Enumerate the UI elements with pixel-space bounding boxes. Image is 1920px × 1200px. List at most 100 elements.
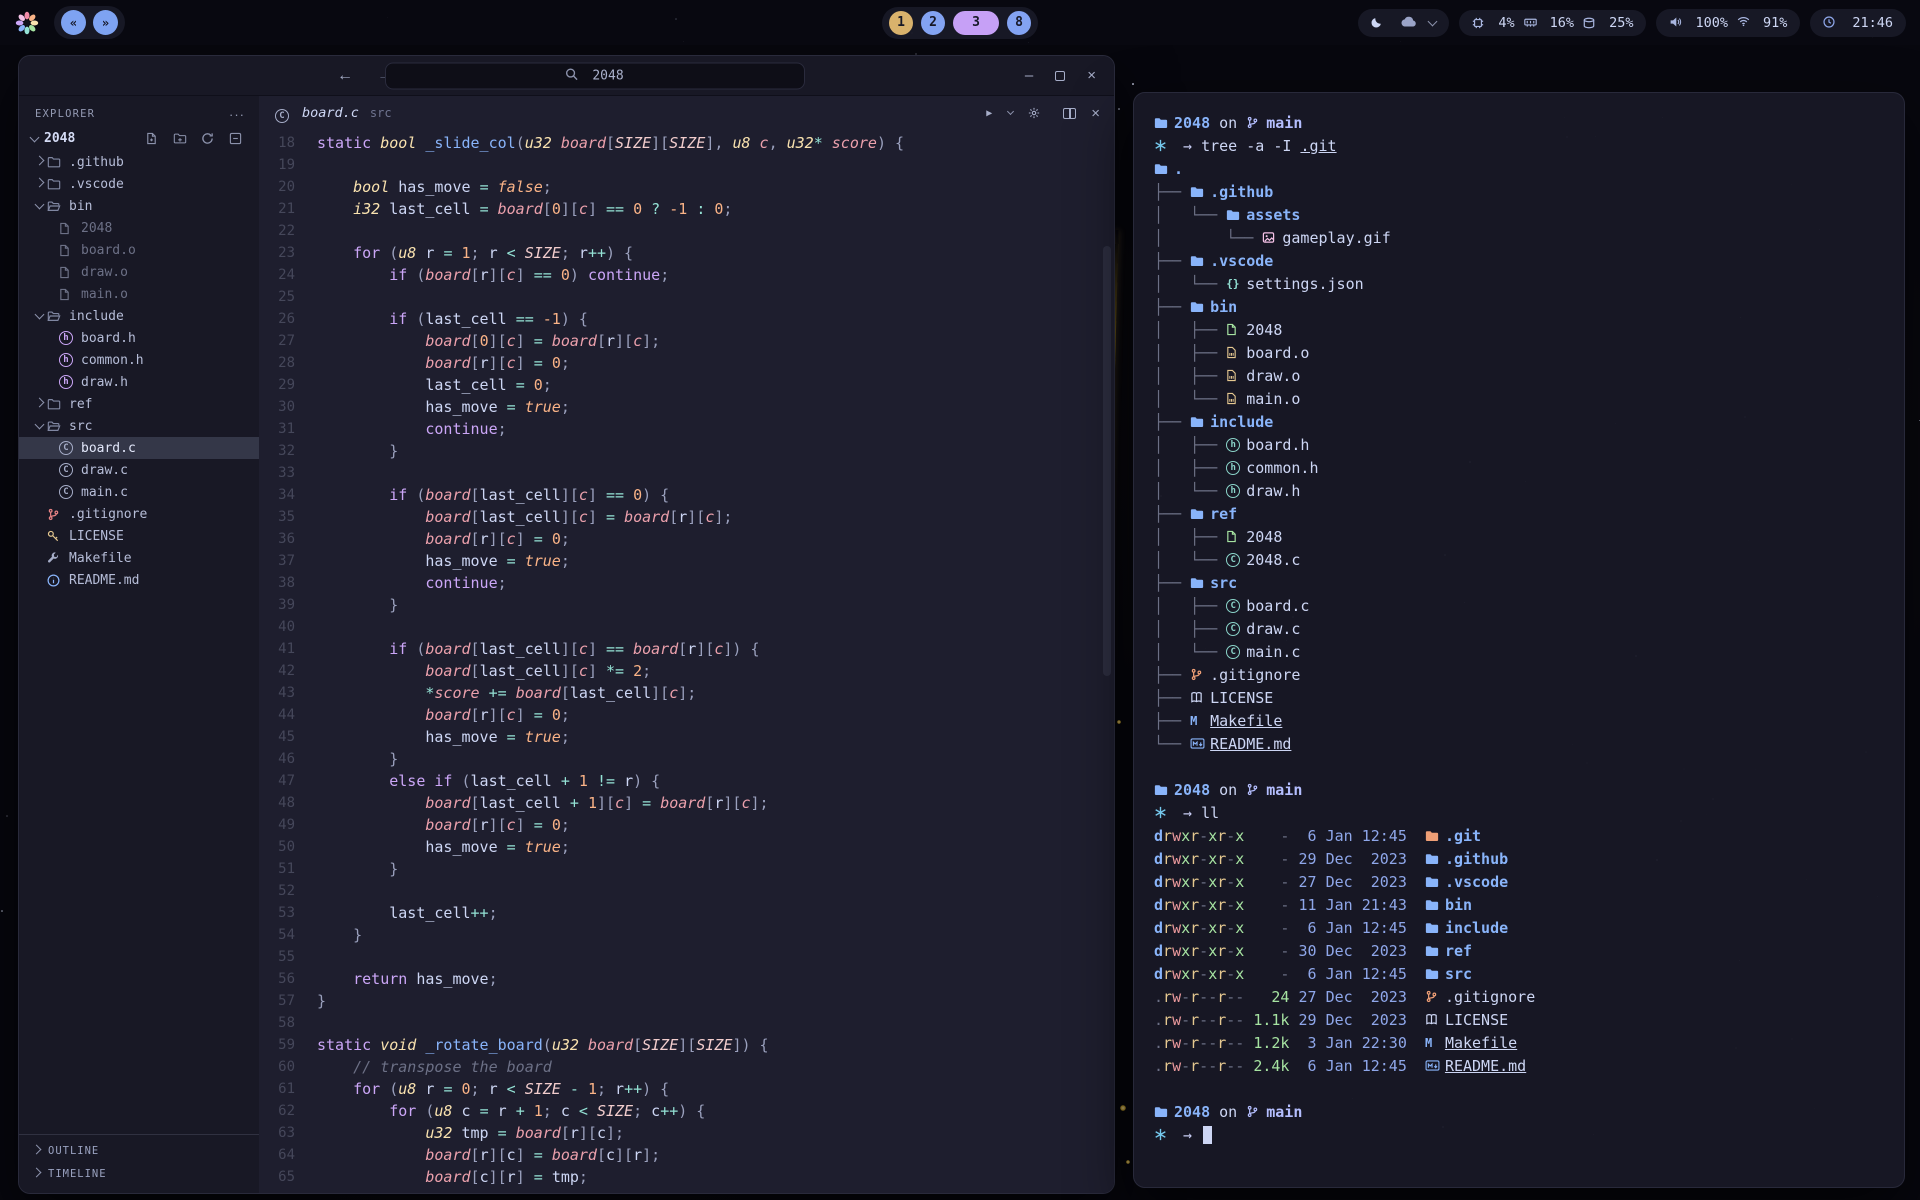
tree-item-board.o[interactable]: board.o — [19, 239, 259, 261]
code-line[interactable]: 29 last_cell = 0; — [259, 374, 1114, 396]
clock-widget[interactable]: 21:46 — [1810, 9, 1906, 37]
media-prev-button[interactable]: « — [61, 10, 86, 35]
workspace-8[interactable]: 8 — [1007, 11, 1031, 35]
line-number[interactable]: 48 — [259, 792, 317, 814]
code-line[interactable]: 57} — [259, 990, 1114, 1012]
line-number[interactable]: 50 — [259, 836, 317, 858]
line-number[interactable]: 20 — [259, 176, 317, 198]
search-input[interactable]: 2048 — [385, 62, 805, 89]
split-editor-button[interactable] — [1063, 108, 1076, 119]
line-number[interactable]: 34 — [259, 484, 317, 506]
minimize-button[interactable]: – — [1025, 67, 1033, 84]
tree-item-LICENSE[interactable]: LICENSE — [19, 525, 259, 547]
code-line[interactable]: 59static void _rotate_board(u32 board[SI… — [259, 1034, 1114, 1056]
project-root[interactable]: 2048 — [19, 126, 259, 151]
line-number[interactable]: 57 — [259, 990, 317, 1012]
close-editor-button[interactable]: × — [1091, 105, 1100, 122]
code-line[interactable]: 56 return has_move; — [259, 968, 1114, 990]
media-next-button[interactable]: » — [93, 10, 118, 35]
code-line[interactable]: 55 — [259, 946, 1114, 968]
code-line[interactable]: 31 continue; — [259, 418, 1114, 440]
line-number[interactable]: 59 — [259, 1034, 317, 1056]
code-line[interactable]: 45 has_move = true; — [259, 726, 1114, 748]
line-number[interactable]: 55 — [259, 946, 317, 968]
tree-item-Makefile[interactable]: Makefile — [19, 547, 259, 569]
workspace-1[interactable]: 1 — [889, 11, 913, 35]
line-number[interactable]: 62 — [259, 1100, 317, 1122]
tree-item-draw.h[interactable]: hdraw.h — [19, 371, 259, 393]
code-line[interactable]: 37 has_move = true; — [259, 550, 1114, 572]
tree-item-main.c[interactable]: Cmain.c — [19, 481, 259, 503]
line-number[interactable]: 18 — [259, 132, 317, 154]
line-number[interactable]: 25 — [259, 286, 317, 308]
code-line[interactable]: 20 bool has_move = false; — [259, 176, 1114, 198]
code-line[interactable]: 53 last_cell++; — [259, 902, 1114, 924]
tree-item-board.h[interactable]: hboard.h — [19, 327, 259, 349]
line-number[interactable]: 29 — [259, 374, 317, 396]
code-line[interactable]: 22 — [259, 220, 1114, 242]
line-number[interactable]: 54 — [259, 924, 317, 946]
code-line[interactable]: 60 // transpose the board — [259, 1056, 1114, 1078]
terminal-window[interactable]: 2048 on main → tree -a -I .git.├── .gith… — [1133, 92, 1905, 1188]
tree-item-board.c[interactable]: Cboard.c — [19, 437, 259, 459]
line-number[interactable]: 49 — [259, 814, 317, 836]
settings-gear-button[interactable] — [1028, 105, 1048, 121]
line-number[interactable]: 31 — [259, 418, 317, 440]
line-number[interactable]: 32 — [259, 440, 317, 462]
code-line[interactable]: 26 if (last_cell == -1) { — [259, 308, 1114, 330]
code-line[interactable]: 25 — [259, 286, 1114, 308]
code-line[interactable]: 46 } — [259, 748, 1114, 770]
system-logo-icon[interactable] — [14, 10, 40, 36]
tree-item-.github[interactable]: .github — [19, 151, 259, 173]
code-line[interactable]: 58 — [259, 1012, 1114, 1034]
line-number[interactable]: 39 — [259, 594, 317, 616]
code-line[interactable]: 54 } — [259, 924, 1114, 946]
line-number[interactable]: 35 — [259, 506, 317, 528]
code-line[interactable]: 32 } — [259, 440, 1114, 462]
code-line[interactable]: 35 board[last_cell][c] = board[r][c]; — [259, 506, 1114, 528]
tree-item-include[interactable]: include — [19, 305, 259, 327]
close-button[interactable]: × — [1087, 67, 1096, 84]
tree-item-src[interactable]: src — [19, 415, 259, 437]
tree-item-draw.o[interactable]: draw.o — [19, 261, 259, 283]
tree-item-common.h[interactable]: hcommon.h — [19, 349, 259, 371]
line-number[interactable]: 52 — [259, 880, 317, 902]
tree-item-.vscode[interactable]: .vscode — [19, 173, 259, 195]
timeline-section[interactable]: TIMELINE — [19, 1162, 259, 1185]
code-line[interactable]: 19 — [259, 154, 1114, 176]
refresh-explorer-button[interactable] — [201, 131, 221, 147]
line-number[interactable]: 65 — [259, 1166, 317, 1188]
code-line[interactable]: 47 else if (last_cell + 1 != r) { — [259, 770, 1114, 792]
tree-item-bin[interactable]: bin — [19, 195, 259, 217]
code-line[interactable]: 65 board[c][r] = tmp; — [259, 1166, 1114, 1188]
code-line[interactable]: 21 i32 last_cell = board[0][c] == 0 ? -1… — [259, 198, 1114, 220]
line-number[interactable]: 21 — [259, 198, 317, 220]
code-line[interactable]: 41 if (board[last_cell][c] == board[r][c… — [259, 638, 1114, 660]
line-number[interactable]: 45 — [259, 726, 317, 748]
line-number[interactable]: 19 — [259, 154, 317, 176]
code-line[interactable]: 48 board[last_cell + 1][c] = board[r][c]… — [259, 792, 1114, 814]
code-line[interactable]: 61 for (u8 r = 0; r < SIZE - 1; r++) { — [259, 1078, 1114, 1100]
line-number[interactable]: 41 — [259, 638, 317, 660]
line-number[interactable]: 24 — [259, 264, 317, 286]
editor-scrollbar[interactable] — [1103, 246, 1111, 676]
line-number[interactable]: 42 — [259, 660, 317, 682]
workspace-3[interactable]: 3 — [953, 11, 999, 35]
editor-titlebar[interactable]: ← → 2048 – × — [19, 56, 1114, 96]
command-line[interactable]: → tree -a -I .git — [1154, 134, 1884, 157]
code-line[interactable]: 18static bool _slide_col(u32 board[SIZE]… — [259, 132, 1114, 154]
command-line[interactable]: → ll — [1154, 801, 1884, 824]
line-number[interactable]: 30 — [259, 396, 317, 418]
line-number[interactable]: 28 — [259, 352, 317, 374]
code-line[interactable]: 64 board[r][c] = board[c][r]; — [259, 1144, 1114, 1166]
code-line[interactable]: 40 — [259, 616, 1114, 638]
line-number[interactable]: 26 — [259, 308, 317, 330]
code-line[interactable]: 39 } — [259, 594, 1114, 616]
line-number[interactable]: 27 — [259, 330, 317, 352]
code-line[interactable]: 49 board[r][c] = 0; — [259, 814, 1114, 836]
code-line[interactable]: 42 board[last_cell][c] *= 2; — [259, 660, 1114, 682]
code-line[interactable]: 52 — [259, 880, 1114, 902]
line-number[interactable]: 38 — [259, 572, 317, 594]
code-line[interactable]: 23 for (u8 r = 1; r < SIZE; r++) { — [259, 242, 1114, 264]
workspace-2[interactable]: 2 — [921, 11, 945, 35]
